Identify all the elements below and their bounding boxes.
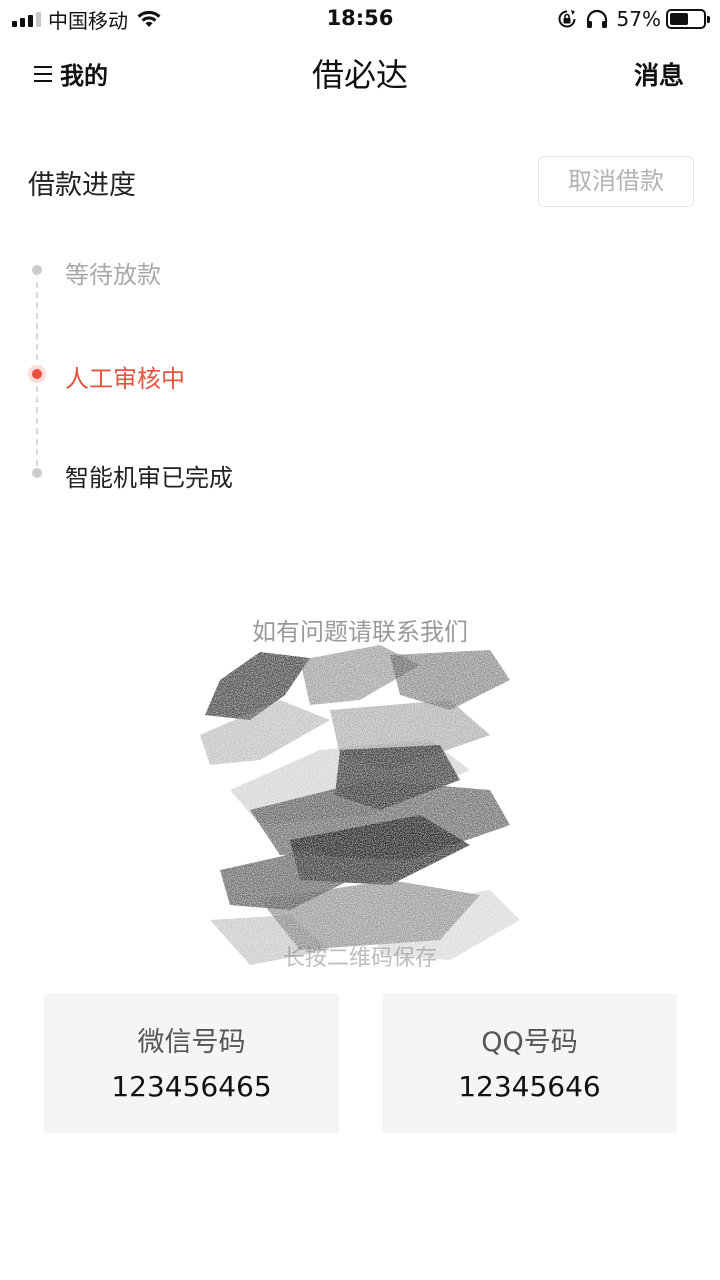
headphones-icon [586, 9, 607, 28]
page-title: 借必达 [311, 56, 408, 94]
step-manual-review: 人工审核中 [65, 365, 185, 393]
timeline-dot-done [32, 468, 42, 478]
status-bar: 中国移动 18:56 57% [0, 0, 720, 40]
progress-title: 借款进度 [28, 170, 136, 201]
timeline-connector [36, 282, 38, 360]
battery-cap [707, 16, 710, 23]
step-waiting-disbursement: 等待放款 [65, 261, 161, 289]
status-right: 57% [557, 6, 710, 32]
nav-bar: 我的 借必达 消息 [0, 40, 720, 108]
timeline-dot-pending [32, 265, 42, 275]
cancel-loan-button[interactable]: 取消借款 [538, 156, 694, 207]
wechat-card[interactable]: 微信号码 123456465 [44, 994, 339, 1133]
qq-card[interactable]: QQ号码 12345646 [382, 994, 677, 1133]
wechat-label: 微信号码 [137, 1027, 246, 1058]
timeline-dot-active [32, 369, 42, 379]
wechat-value: 123456465 [111, 1070, 272, 1103]
rotation-lock-icon [558, 10, 576, 28]
qr-code-image[interactable] [190, 640, 530, 970]
battery-fill [670, 13, 688, 25]
progress-timeline: 等待放款 人工审核中 智能机审已完成 [0, 240, 720, 500]
messages-button[interactable]: 消息 [634, 56, 684, 92]
battery-percent: 57% [616, 7, 661, 31]
timeline-connector [36, 386, 38, 466]
qq-value: 12345646 [458, 1070, 601, 1103]
qq-label: QQ号码 [481, 1027, 578, 1058]
screen: 中国移动 18:56 57% 我的 借必达 消息 借款进度 取消借款 等待放款 … [0, 0, 720, 1280]
step-auto-review-done: 智能机审已完成 [65, 464, 233, 492]
battery-icon [666, 9, 710, 29]
